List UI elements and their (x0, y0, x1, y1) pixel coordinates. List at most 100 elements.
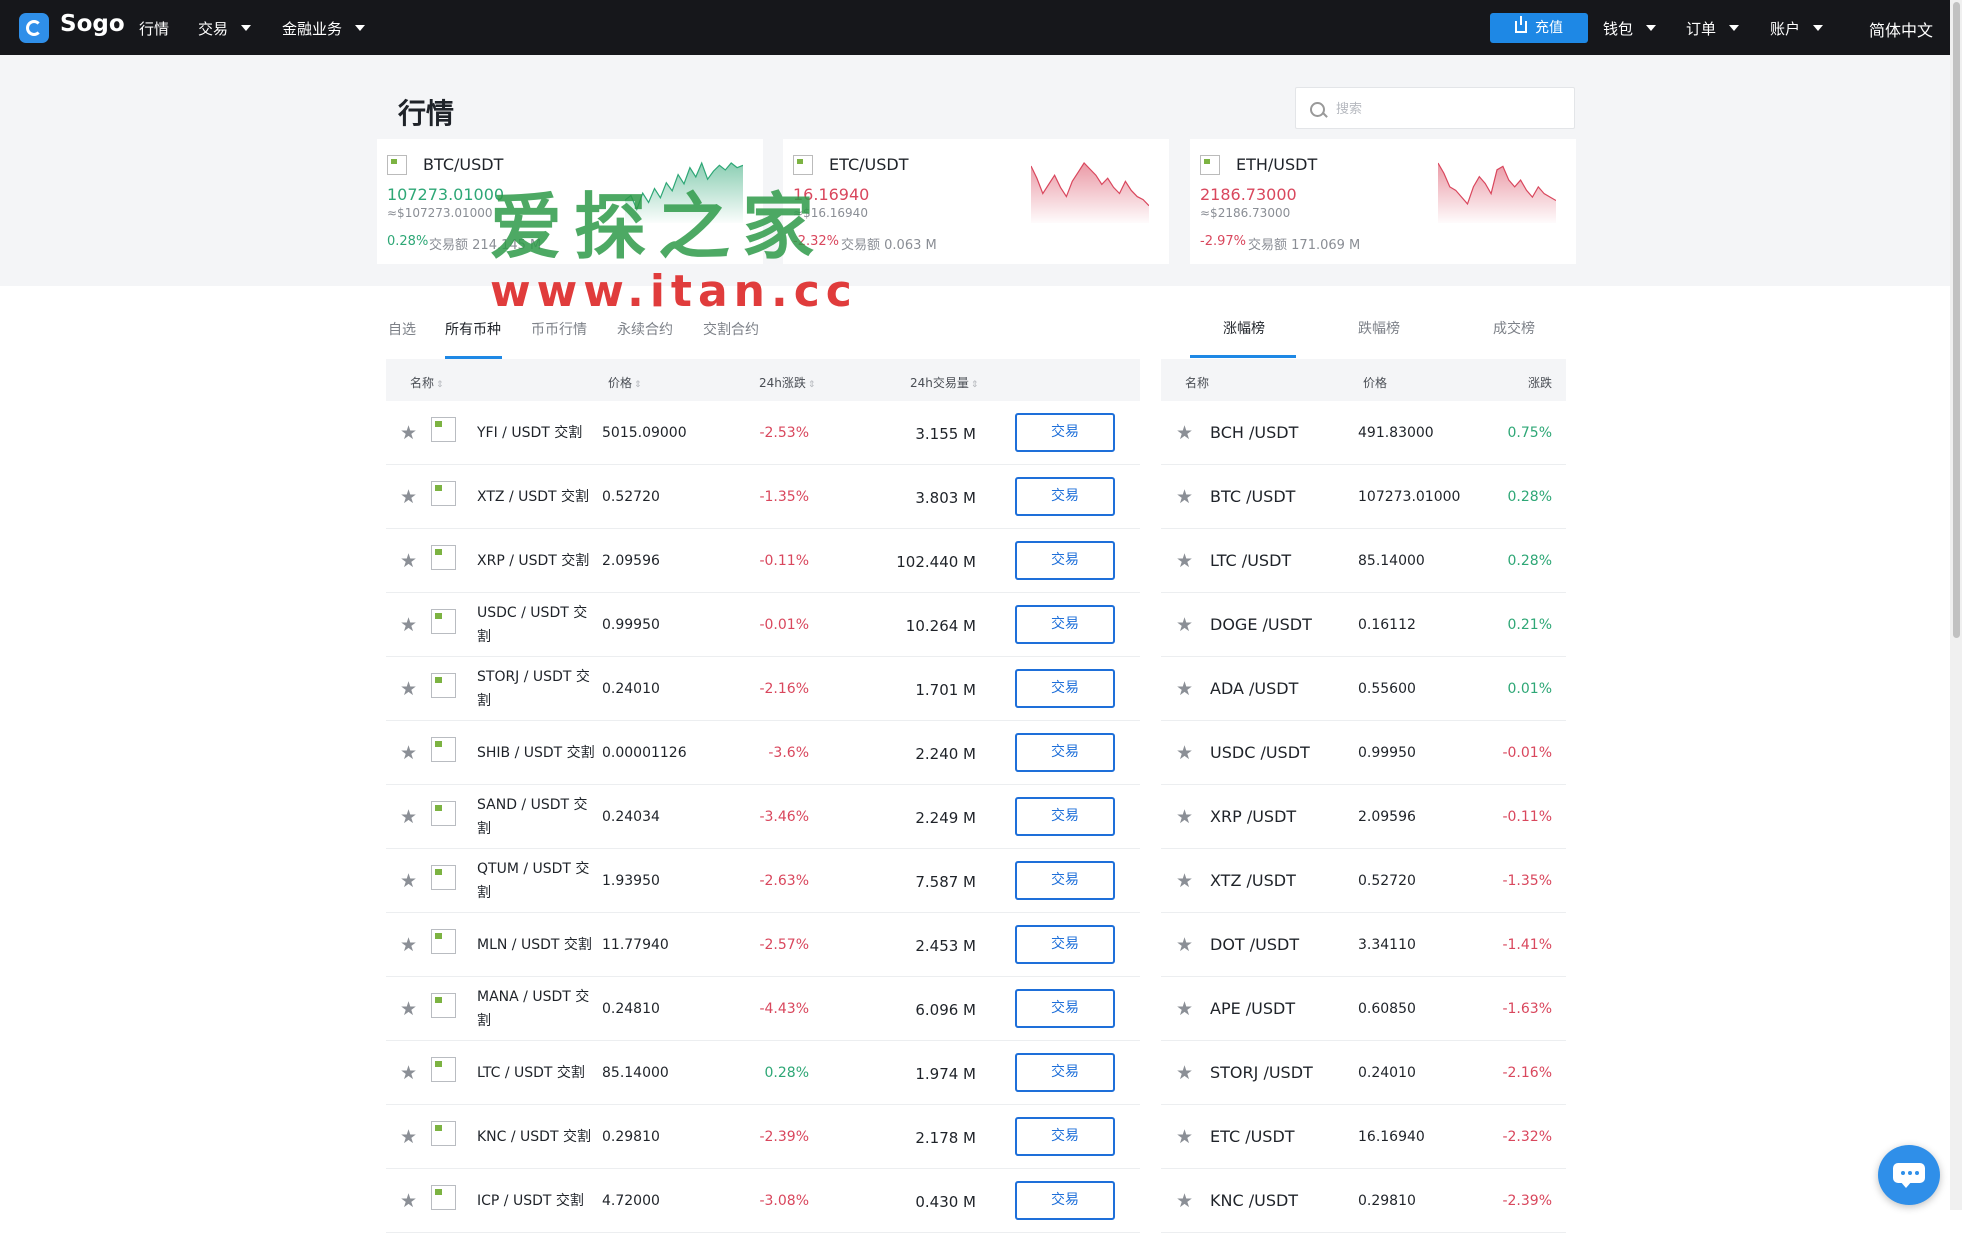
language-switch[interactable]: 简体中文 (1869, 17, 1933, 41)
trade-button[interactable]: 交易 (1015, 861, 1115, 900)
table-row[interactable]: ★ SAND / USDT 交割 0.24034 -3.46% 2.249 M 交易 (386, 785, 1140, 849)
star-icon[interactable]: ★ (1176, 998, 1193, 1020)
star-icon[interactable]: ★ (1176, 1062, 1193, 1084)
row-price: 5015.09000 (602, 425, 687, 441)
ranking-row[interactable]: ★ ETC /USDT 16.16940 -2.32% (1161, 1105, 1566, 1169)
trade-button[interactable]: 交易 (1015, 477, 1115, 516)
tab-gainers[interactable]: 涨幅榜 (1223, 318, 1265, 338)
table-row[interactable]: ★ USDC / USDT 交割 0.99950 -0.01% 10.264 M 交易 (386, 593, 1140, 657)
star-icon[interactable]: ★ (400, 742, 417, 764)
star-icon[interactable]: ★ (1176, 614, 1193, 636)
star-icon[interactable]: ★ (1176, 870, 1193, 892)
ranking-row[interactable]: ★ XRP /USDT 2.09596 -0.11% (1161, 785, 1566, 849)
trade-button[interactable]: 交易 (1015, 413, 1115, 452)
ranking-row[interactable]: ★ ADA /USDT 0.55600 0.01% (1161, 657, 1566, 721)
trade-button[interactable]: 交易 (1015, 733, 1115, 772)
header-name[interactable]: 名称 ⇕ (410, 374, 444, 391)
row-price: 0.99950 (602, 617, 660, 633)
trade-button[interactable]: 交易 (1015, 925, 1115, 964)
nav-item-orders[interactable]: 订单 (1686, 18, 1740, 39)
trade-button[interactable]: 交易 (1015, 669, 1115, 708)
search-input[interactable] (1334, 98, 1558, 120)
nav-item-wallet[interactable]: 钱包 (1603, 18, 1657, 39)
star-icon[interactable]: ★ (400, 998, 417, 1020)
star-icon[interactable]: ★ (1176, 678, 1193, 700)
star-icon[interactable]: ★ (400, 1126, 417, 1148)
nav-item-finance[interactable]: 金融业务 (282, 18, 366, 39)
nav-item-market[interactable]: 行情 (139, 18, 169, 39)
ranking-row[interactable]: ★ STORJ /USDT 0.24010 -2.16% (1161, 1041, 1566, 1105)
rank-price: 0.60850 (1358, 1001, 1416, 1017)
table-row[interactable]: ★ XRP / USDT 交割 2.09596 -0.11% 102.440 M 交易 (386, 529, 1140, 593)
deposit-button[interactable]: 充值 (1490, 13, 1588, 43)
trade-button[interactable]: 交易 (1015, 605, 1115, 644)
row-change: -0.11% (759, 553, 809, 569)
star-icon[interactable]: ★ (400, 422, 417, 444)
star-icon[interactable]: ★ (400, 1062, 417, 1084)
star-icon[interactable]: ★ (400, 934, 417, 956)
table-row[interactable]: ★ QTUM / USDT 交割 1.93950 -2.63% 7.587 M 交易 (386, 849, 1140, 913)
ticker-card-etc[interactable]: ETC/USDT 16.16940 ≈$16.16940 -2.32% 交易额 … (783, 139, 1169, 264)
table-row[interactable]: ★ LTC / USDT 交割 85.14000 0.28% 1.974 M 交易 (386, 1041, 1140, 1105)
ticker-card-eth[interactable]: ETH/USDT 2186.73000 ≈$2186.73000 -2.97% … (1190, 139, 1576, 264)
header-change[interactable]: 24h涨跌 ⇕ (759, 374, 815, 391)
ticker-card-btc[interactable]: BTC/USDT 107273.01000 ≈$107273.01000 0.2… (377, 139, 763, 264)
star-icon[interactable]: ★ (400, 678, 417, 700)
ranking-row[interactable]: ★ KNC /USDT 0.29810 -2.39% (1161, 1169, 1566, 1233)
row-pair: ICP / USDT 交割 (477, 1193, 584, 1209)
tab-perpetual[interactable]: 永续合约 (617, 319, 673, 339)
star-icon[interactable]: ★ (400, 1190, 417, 1212)
table-row[interactable]: ★ KNC / USDT 交割 0.29810 -2.39% 2.178 M 交易 (386, 1105, 1140, 1169)
trade-button[interactable]: 交易 (1015, 989, 1115, 1028)
tab-losers[interactable]: 跌幅榜 (1358, 318, 1400, 338)
star-icon[interactable]: ★ (400, 614, 417, 636)
ranking-row[interactable]: ★ BTC /USDT 107273.01000 0.28% (1161, 465, 1566, 529)
header-volume[interactable]: 24h交易量 ⇕ (910, 374, 978, 391)
trade-button[interactable]: 交易 (1015, 797, 1115, 836)
table-row[interactable]: ★ SHIB / USDT 交割 0.00001126 -3.6% 2.240 M 交易 (386, 721, 1140, 785)
tab-favorites[interactable]: 自选 (388, 319, 416, 339)
trade-button[interactable]: 交易 (1015, 1053, 1115, 1092)
star-icon[interactable]: ★ (1176, 806, 1193, 828)
tab-volume-rank[interactable]: 成交榜 (1493, 318, 1535, 338)
scrollbar-thumb[interactable] (1953, 2, 1960, 638)
ranking-row[interactable]: ★ APE /USDT 0.60850 -1.63% (1161, 977, 1566, 1041)
trade-button[interactable]: 交易 (1015, 1181, 1115, 1220)
coin-image (431, 801, 456, 826)
table-row[interactable]: ★ YFI / USDT 交割 5015.09000 -2.53% 3.155 M 交易 (386, 401, 1140, 465)
ranking-row[interactable]: ★ LTC /USDT 85.14000 0.28% (1161, 529, 1566, 593)
trade-button[interactable]: 交易 (1015, 1117, 1115, 1156)
nav-item-account[interactable]: 账户 (1770, 18, 1824, 39)
star-icon[interactable]: ★ (400, 806, 417, 828)
star-icon[interactable]: ★ (1176, 1190, 1193, 1212)
tab-delivery[interactable]: 交割合约 (703, 319, 759, 339)
ranking-row[interactable]: ★ USDC /USDT 0.99950 -0.01% (1161, 721, 1566, 785)
trade-button[interactable]: 交易 (1015, 541, 1115, 580)
ranking-row[interactable]: ★ XTZ /USDT 0.52720 -1.35% (1161, 849, 1566, 913)
table-row[interactable]: ★ XTZ / USDT 交割 0.52720 -1.35% 3.803 M 交易 (386, 465, 1140, 529)
star-icon[interactable]: ★ (1176, 934, 1193, 956)
tab-spot[interactable]: 币币行情 (531, 319, 587, 339)
star-icon[interactable]: ★ (400, 550, 417, 572)
star-icon[interactable]: ★ (1176, 1126, 1193, 1148)
star-icon[interactable]: ★ (400, 870, 417, 892)
brand-name[interactable]: Sogo (60, 11, 125, 37)
ranking-row[interactable]: ★ BCH /USDT 491.83000 0.75% (1161, 401, 1566, 465)
nav-item-trade[interactable]: 交易 (198, 18, 252, 39)
star-icon[interactable]: ★ (1176, 486, 1193, 508)
star-icon[interactable]: ★ (1176, 742, 1193, 764)
table-row[interactable]: ★ STORJ / USDT 交割 0.24010 -2.16% 1.701 M 交易 (386, 657, 1140, 721)
search-box[interactable] (1295, 87, 1575, 129)
chat-support-button[interactable] (1878, 1145, 1940, 1205)
table-row[interactable]: ★ MANA / USDT 交割 0.24810 -4.43% 6.096 M 交易 (386, 977, 1140, 1041)
table-row[interactable]: ★ MLN / USDT 交割 11.77940 -2.57% 2.453 M 交易 (386, 913, 1140, 977)
header-price[interactable]: 价格 ⇕ (608, 374, 642, 391)
ranking-row[interactable]: ★ DOT /USDT 3.34110 -1.41% (1161, 913, 1566, 977)
star-icon[interactable]: ★ (1176, 550, 1193, 572)
tab-all-coins[interactable]: 所有币种 (445, 319, 501, 339)
star-icon[interactable]: ★ (1176, 422, 1193, 444)
table-row[interactable]: ★ ICP / USDT 交割 4.72000 -3.08% 0.430 M 交易 (386, 1169, 1140, 1233)
ranking-row[interactable]: ★ DOGE /USDT 0.16112 0.21% (1161, 593, 1566, 657)
logo-icon[interactable] (19, 13, 49, 43)
star-icon[interactable]: ★ (400, 486, 417, 508)
